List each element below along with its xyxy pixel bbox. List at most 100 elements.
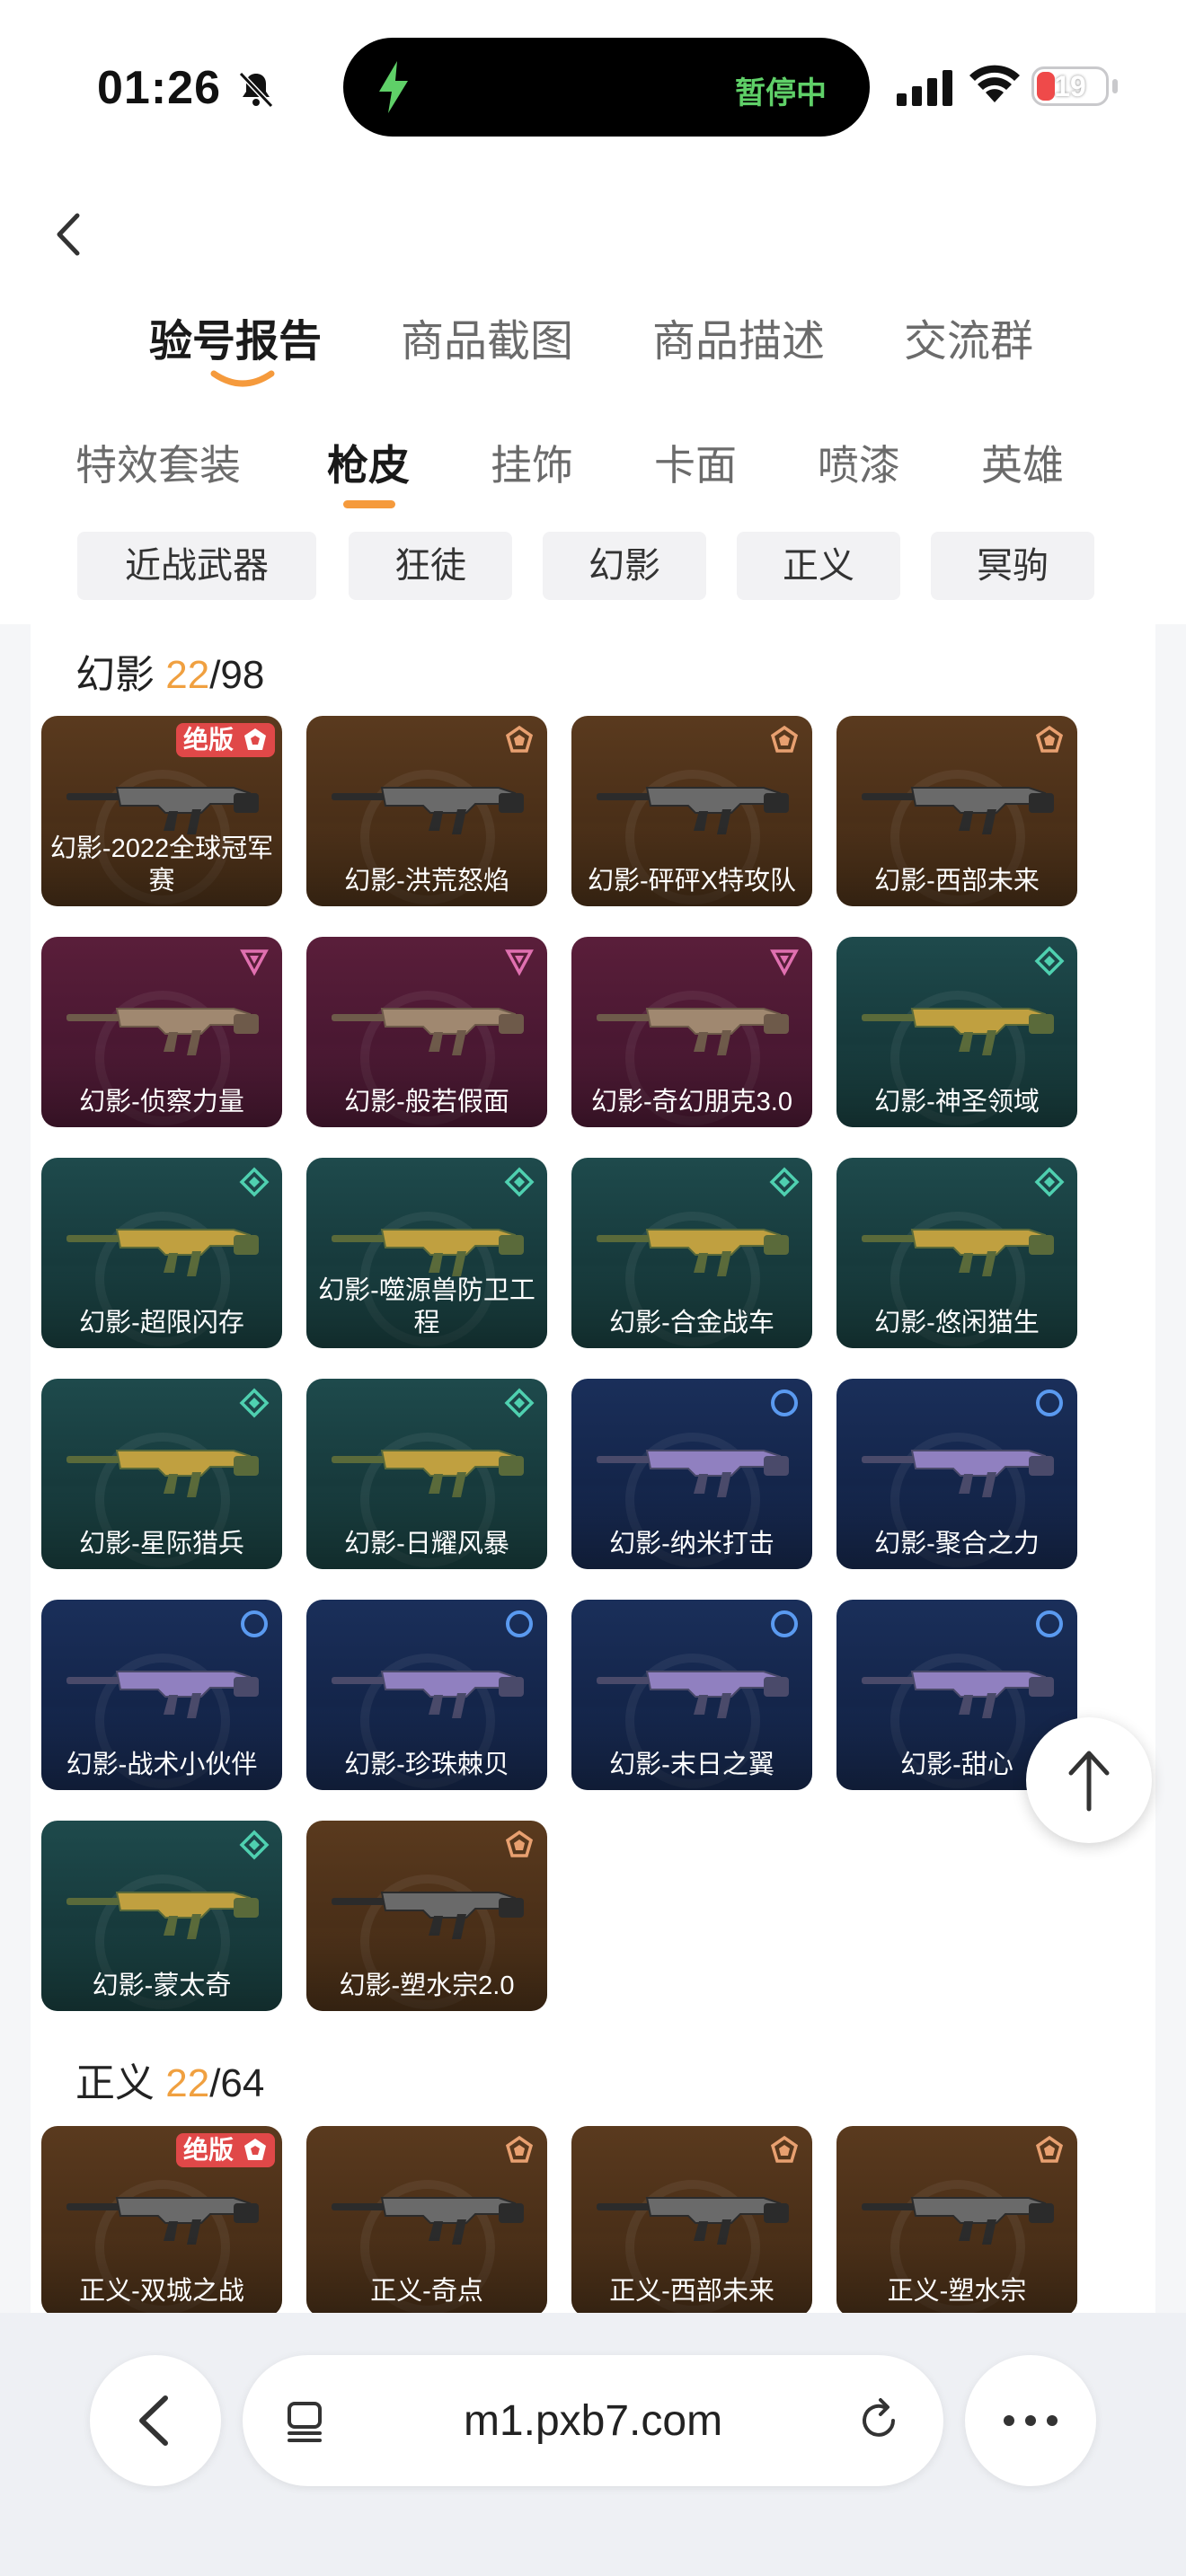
skin-card[interactable]: 幻影-合金战车 [571, 1158, 812, 1348]
cellular-signal-icon [897, 70, 952, 106]
skin-card[interactable]: 幻影-聚合之力 [836, 1379, 1077, 1569]
skin-card[interactable]: 幻影-般若假面 [306, 937, 547, 1127]
battery-percent: 19 [1054, 70, 1086, 102]
skin-name: 正义-塑水宗 [887, 2277, 1027, 2306]
back-chevron-icon[interactable] [43, 203, 97, 266]
page: 01:26 暂停中 19 验号报告 商品截图 商品描述 交流群 特效套装 枪皮 … [0, 0, 1186, 2576]
battery-indicator: 19 [1031, 66, 1109, 106]
island-status-text: 暂停中 [735, 76, 827, 110]
chip-ghost[interactable]: 冥驹 [931, 532, 1094, 600]
tab-report[interactable]: 验号报告 [149, 305, 322, 368]
url-text: m1.pxb7.com [463, 2397, 723, 2445]
skin-name: 幻影-神圣领域 [874, 1088, 1040, 1116]
skin-card[interactable]: 绝版幻影-2022全球冠军赛 [41, 716, 282, 906]
subtab-heroes[interactable]: 英雄 [981, 433, 1064, 492]
limited-badge: 绝版 [175, 723, 275, 757]
more-options-button[interactable] [965, 2355, 1096, 2486]
limited-badge-text: 绝版 [182, 2136, 234, 2164]
browser-back-button[interactable] [90, 2355, 221, 2486]
skin-card[interactable]: 正义-奇点 [306, 2126, 547, 2313]
exclusive-tier-icon [244, 2139, 266, 2160]
arrow-up-icon [1068, 1751, 1110, 1812]
skin-card[interactable]: 幻影-塑水宗2.0 [306, 1821, 547, 2011]
tab-screenshots[interactable]: 商品截图 [401, 305, 573, 368]
deluxe-tier-icon [771, 1389, 798, 1416]
back-arrow-icon [139, 2395, 168, 2446]
skin-card[interactable]: 幻影-悠闲猫生 [836, 1158, 1077, 1348]
skin-card[interactable]: 幻影-超限闪存 [41, 1158, 282, 1348]
scroll-to-top-button[interactable] [1026, 1717, 1152, 1843]
skin-name: 正义-双城之战 [79, 2277, 244, 2306]
skin-card[interactable]: 幻影-侦察力量 [41, 937, 282, 1127]
header: 验号报告 商品截图 商品描述 交流群 特效套装 枪皮 挂饰 卡面 喷漆 英雄 近… [0, 171, 1186, 624]
tab-description[interactable]: 商品描述 [652, 305, 825, 368]
skin-card[interactable]: 幻影-日耀风暴 [306, 1379, 547, 1569]
skin-name: 幻影-2022全球冠军赛 [49, 834, 274, 895]
skin-name: 幻影-塑水宗2.0 [339, 1972, 515, 2000]
skin-card[interactable]: 幻影-蒙太奇 [41, 1821, 282, 2011]
exclusive-tier-icon [505, 2135, 534, 2163]
skin-name: 幻影-星际猎兵 [79, 1530, 244, 1558]
skin-card[interactable]: 幻影-砰砰X特攻队 [571, 716, 812, 906]
skin-card[interactable]: 幻影-末日之翼 [571, 1600, 812, 1790]
subtab-sprays[interactable]: 喷漆 [818, 433, 900, 492]
main-tabs: 验号报告 商品截图 商品描述 交流群 [0, 305, 1186, 395]
bell-muted-icon [238, 71, 274, 109]
subtab-cards[interactable]: 卡面 [654, 433, 737, 492]
skin-card[interactable]: 正义-塑水宗 [836, 2126, 1077, 2313]
exclusive-tier-icon [770, 2135, 799, 2163]
wifi-icon [969, 65, 1020, 102]
exclusive-tier-icon [505, 1830, 534, 1857]
skin-card[interactable]: 幻影-星际猎兵 [41, 1379, 282, 1569]
total-count: /98 [209, 653, 265, 697]
subtab-charms[interactable]: 挂饰 [491, 433, 573, 492]
premium-tier-icon [1034, 1167, 1065, 1197]
deluxe-tier-icon [506, 1610, 533, 1637]
premium-tier-icon [769, 1167, 800, 1197]
skin-list: 幻影 22/98 绝版 幻影-2022全球冠军赛 幻影-洪荒怒焰 幻影-砰砰X特攻队幻… [31, 624, 1155, 2313]
skin-card[interactable]: 幻影-奇幻朋克3.0 [571, 937, 812, 1127]
skin-card[interactable]: 幻影-神圣领域 [836, 937, 1077, 1127]
exclusive-tier-icon [1035, 725, 1064, 753]
dynamic-island: 暂停中 [343, 38, 870, 137]
deluxe-tier-icon [1036, 1610, 1063, 1637]
skin-card[interactable]: 幻影-纳米打击 [571, 1379, 812, 1569]
skin-name: 幻影-日耀风暴 [344, 1530, 509, 1558]
reload-icon[interactable] [855, 2396, 904, 2445]
skin-name: 幻影-洪荒怒焰 [344, 867, 509, 895]
skin-name: 正义-西部未来 [609, 2277, 774, 2306]
subtab-gun-skins[interactable]: 枪皮 [327, 433, 410, 492]
tab-group[interactable]: 交流群 [904, 305, 1033, 368]
skin-card[interactable]: 幻影-洪荒怒焰 [306, 716, 547, 906]
subtab-effects[interactable]: 特效套装 [75, 433, 241, 492]
skin-card[interactable]: 幻影-珍珠棘贝 [306, 1600, 547, 1790]
premium-tier-icon [239, 1830, 270, 1860]
battery-cap [1112, 79, 1118, 93]
sub-tabs: 特效套装 枪皮 挂饰 卡面 喷漆 英雄 [0, 433, 1186, 514]
skin-card[interactable]: 幻影-战术小伙伴 [41, 1600, 282, 1790]
skin-card[interactable]: 正义-西部未来 [571, 2126, 812, 2313]
total-count: /64 [209, 2061, 265, 2105]
browser-toolbar: m1.pxb7.com [0, 2313, 1186, 2576]
premium-tier-icon [504, 1388, 535, 1418]
ultra-tier-icon [505, 949, 534, 976]
subtab-underline [343, 500, 395, 508]
chip-phantom[interactable]: 幻影 [543, 532, 706, 600]
skin-card[interactable]: 幻影-噬源兽防卫工程 [306, 1158, 547, 1348]
address-bar[interactable]: m1.pxb7.com [243, 2355, 943, 2486]
premium-tier-icon [239, 1388, 270, 1418]
chip-vandal[interactable]: 狂徒 [349, 532, 512, 600]
exclusive-tier-icon [1035, 2135, 1064, 2163]
weapon-filter-chips: 近战武器 狂徒 幻影 正义 冥驹 [0, 532, 1186, 600]
skin-name: 幻影-超限闪存 [79, 1309, 244, 1337]
premium-tier-icon [239, 1167, 270, 1197]
limited-badge: 绝版 [175, 2133, 275, 2167]
status-bar: 01:26 暂停中 19 [0, 0, 1186, 171]
skin-name: 幻影-悠闲猫生 [874, 1309, 1040, 1337]
chip-melee[interactable]: 近战武器 [77, 532, 316, 600]
chip-sheriff[interactable]: 正义 [737, 532, 900, 600]
skin-card[interactable]: 绝版正义-双城之战 [41, 2126, 282, 2313]
skin-card[interactable]: 幻影-西部未来 [836, 716, 1077, 906]
premium-tier-icon [1034, 946, 1065, 976]
skin-name: 幻影-珍珠棘贝 [344, 1751, 509, 1779]
